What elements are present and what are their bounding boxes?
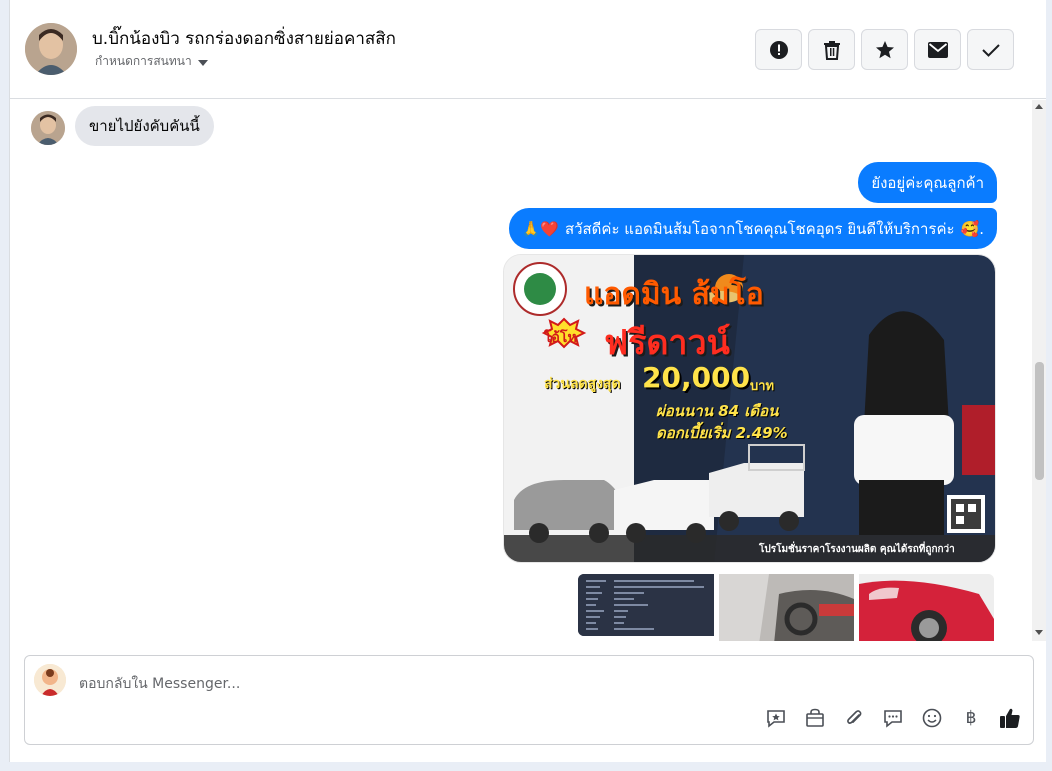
star-icon	[875, 40, 894, 58]
page-avatar	[34, 664, 66, 696]
reply-input[interactable]: ตอบกลับใน Messenger...	[79, 673, 240, 695]
saved-reply-icon	[767, 710, 785, 728]
promo-discount-label: ส่วนลดสูงสุด	[544, 376, 621, 392]
scroll-thumb[interactable]	[1035, 362, 1044, 480]
caret-down-icon	[197, 59, 208, 66]
incoming-message[interactable]: ขายไปยังคับคันนี้	[75, 106, 214, 146]
baht-icon: ฿	[965, 708, 977, 728]
saved-reply-button[interactable]	[765, 707, 787, 729]
scroll-down-arrow-icon[interactable]	[1035, 630, 1043, 635]
window-edge	[1046, 0, 1052, 771]
chat-button[interactable]	[882, 707, 904, 729]
mark-unread-button[interactable]	[914, 29, 961, 70]
conversation-header: บ.บิ๊กน้องบิว รถกร่องดอกซิ่งสายย่อคาสสิก…	[10, 0, 1047, 99]
chat-icon	[884, 710, 902, 728]
promo-installment: ผ่อนนาน 84 เดือน	[656, 402, 779, 420]
contact-avatar[interactable]	[25, 23, 77, 75]
greeting-emoji-suffix: 🥰.	[960, 219, 984, 238]
shop-button[interactable]	[804, 707, 826, 729]
conversation-settings[interactable]: กำหนดการสนทนา	[95, 52, 208, 71]
conversation-settings-label: กำหนดการสนทนา	[95, 54, 192, 68]
attachment-thumbnails	[578, 574, 994, 641]
attachment-icon	[847, 710, 862, 724]
alert-icon	[769, 40, 788, 59]
contact-name[interactable]: บ.บิ๊กน้องบิว รถกร่องดอกซิ่งสายย่อคาสสิก	[92, 25, 396, 52]
check-icon	[981, 43, 1000, 57]
like-icon	[1000, 708, 1020, 728]
promo-title: แอดมิน ส้มโอ	[584, 277, 764, 312]
promo-discount-amount: 20,000	[642, 361, 751, 394]
attachment-exterior-photo[interactable]	[859, 574, 994, 641]
message-composer: ตอบกลับใน Messenger... ฿	[24, 655, 1034, 745]
trash-icon	[823, 40, 840, 60]
thread-scrollbar[interactable]	[1032, 100, 1047, 641]
star-button[interactable]	[861, 29, 908, 70]
outgoing-message[interactable]: ยังอยู่ค่ะคุณลูกค้า	[858, 162, 997, 203]
greeting-emoji-prefix: 🙏❤️	[521, 219, 559, 238]
like-button[interactable]	[999, 707, 1021, 729]
promo-ohho: โอ้โห	[544, 330, 577, 346]
greeting-text: สวัสดีค่ะ แอดมินส้มโอจากโชคคุณโชคอุดร ยิ…	[564, 219, 955, 238]
mark-spam-button[interactable]	[755, 29, 802, 70]
attachment-document-thumbnail[interactable]	[578, 574, 714, 636]
promo-image[interactable]: แอดมิน ส้มโอ ฟรีดาวน์ โอ้โห ส่วนลดสูงสุด…	[503, 254, 996, 563]
shop-icon	[806, 708, 824, 727]
promo-discount-unit: บาท	[750, 379, 775, 394]
delete-button[interactable]	[808, 29, 855, 70]
promo-footer: โปรโมชั่นราคาโรงงานผลิต คุณได้รถที่ถูกกว…	[759, 544, 955, 555]
attachment-interior-photo[interactable]	[719, 574, 854, 641]
sender-avatar	[31, 111, 65, 145]
mark-done-button[interactable]	[967, 29, 1014, 70]
scroll-up-arrow-icon[interactable]	[1035, 104, 1043, 109]
message-panel: บ.บิ๊กน้องบิว รถกร่องดอกซิ่งสายย่อคาสสิก…	[9, 0, 1047, 762]
message-thread[interactable]: ขายไปยังคับคันนี้ ยังอยู่ค่ะคุณลูกค้า 🙏❤…	[10, 100, 1032, 641]
outgoing-greeting-message[interactable]: 🙏❤️ สวัสดีค่ะ แอดมินส้มโอจากโชคคุณโชคอุด…	[508, 208, 997, 249]
emoji-button[interactable]	[921, 707, 943, 729]
payment-button[interactable]: ฿	[960, 707, 982, 729]
mail-icon	[927, 41, 948, 58]
header-actions	[755, 29, 1014, 70]
attachment-button[interactable]	[843, 707, 865, 729]
promo-interest: ดอกเบี้ยเริ่ม 2.49%	[656, 424, 788, 442]
emoji-icon	[922, 708, 942, 728]
composer-tools: ฿	[765, 707, 1021, 729]
